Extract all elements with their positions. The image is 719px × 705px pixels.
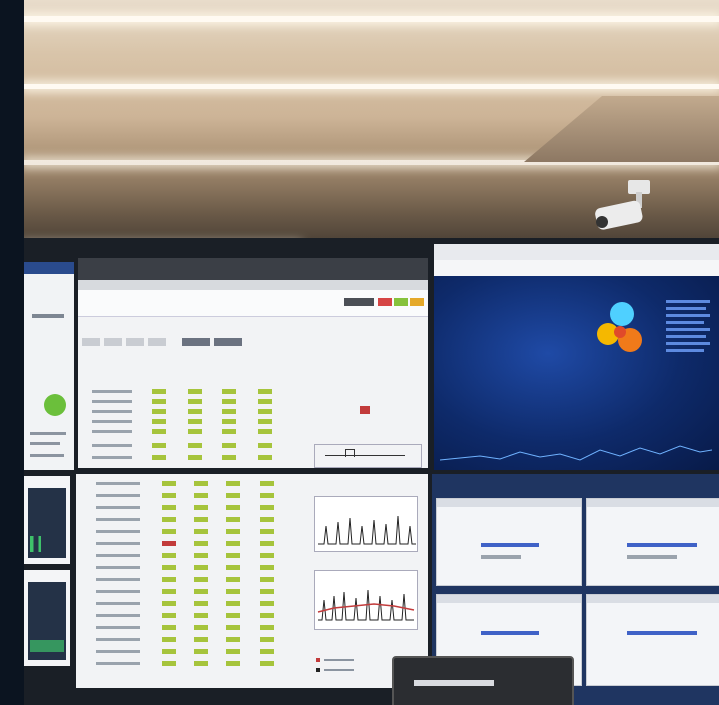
dialog-window (436, 498, 582, 586)
data-table (96, 480, 296, 680)
monitor-left-top (24, 262, 74, 470)
data-table (92, 386, 302, 466)
dialog-window (586, 498, 719, 586)
mini-chart (314, 444, 422, 468)
ceiling-recess (524, 96, 719, 162)
browser-urlbar (434, 260, 719, 276)
video-wall (24, 238, 719, 705)
photo (24, 0, 719, 705)
alert-icon (360, 406, 370, 414)
monitor-left-mid (24, 476, 70, 564)
dialog-window (586, 594, 719, 686)
side-panel (666, 296, 716, 406)
activity-chart (314, 570, 418, 630)
app-header (78, 290, 428, 317)
filter-toolbar (82, 338, 302, 348)
monitor-left-bottom (24, 570, 70, 666)
ceiling-light-strip (24, 84, 719, 89)
activity-chart (314, 496, 418, 552)
monitor-center-top (78, 258, 428, 468)
browser-urlbar (78, 280, 428, 290)
browser-tabbar (434, 244, 719, 260)
ceiling-light-strip (24, 16, 719, 22)
legend-marker (316, 658, 320, 662)
monitor-center-bottom (76, 474, 428, 688)
monitor-right-top (434, 244, 719, 470)
security-camera-icon (595, 180, 650, 230)
legend-marker (316, 668, 320, 672)
status-circle-icon (44, 394, 66, 416)
laptop (392, 656, 574, 705)
browser-tabbar (78, 258, 428, 280)
node-cluster-icon (597, 302, 642, 352)
traffic-chart (440, 445, 712, 461)
